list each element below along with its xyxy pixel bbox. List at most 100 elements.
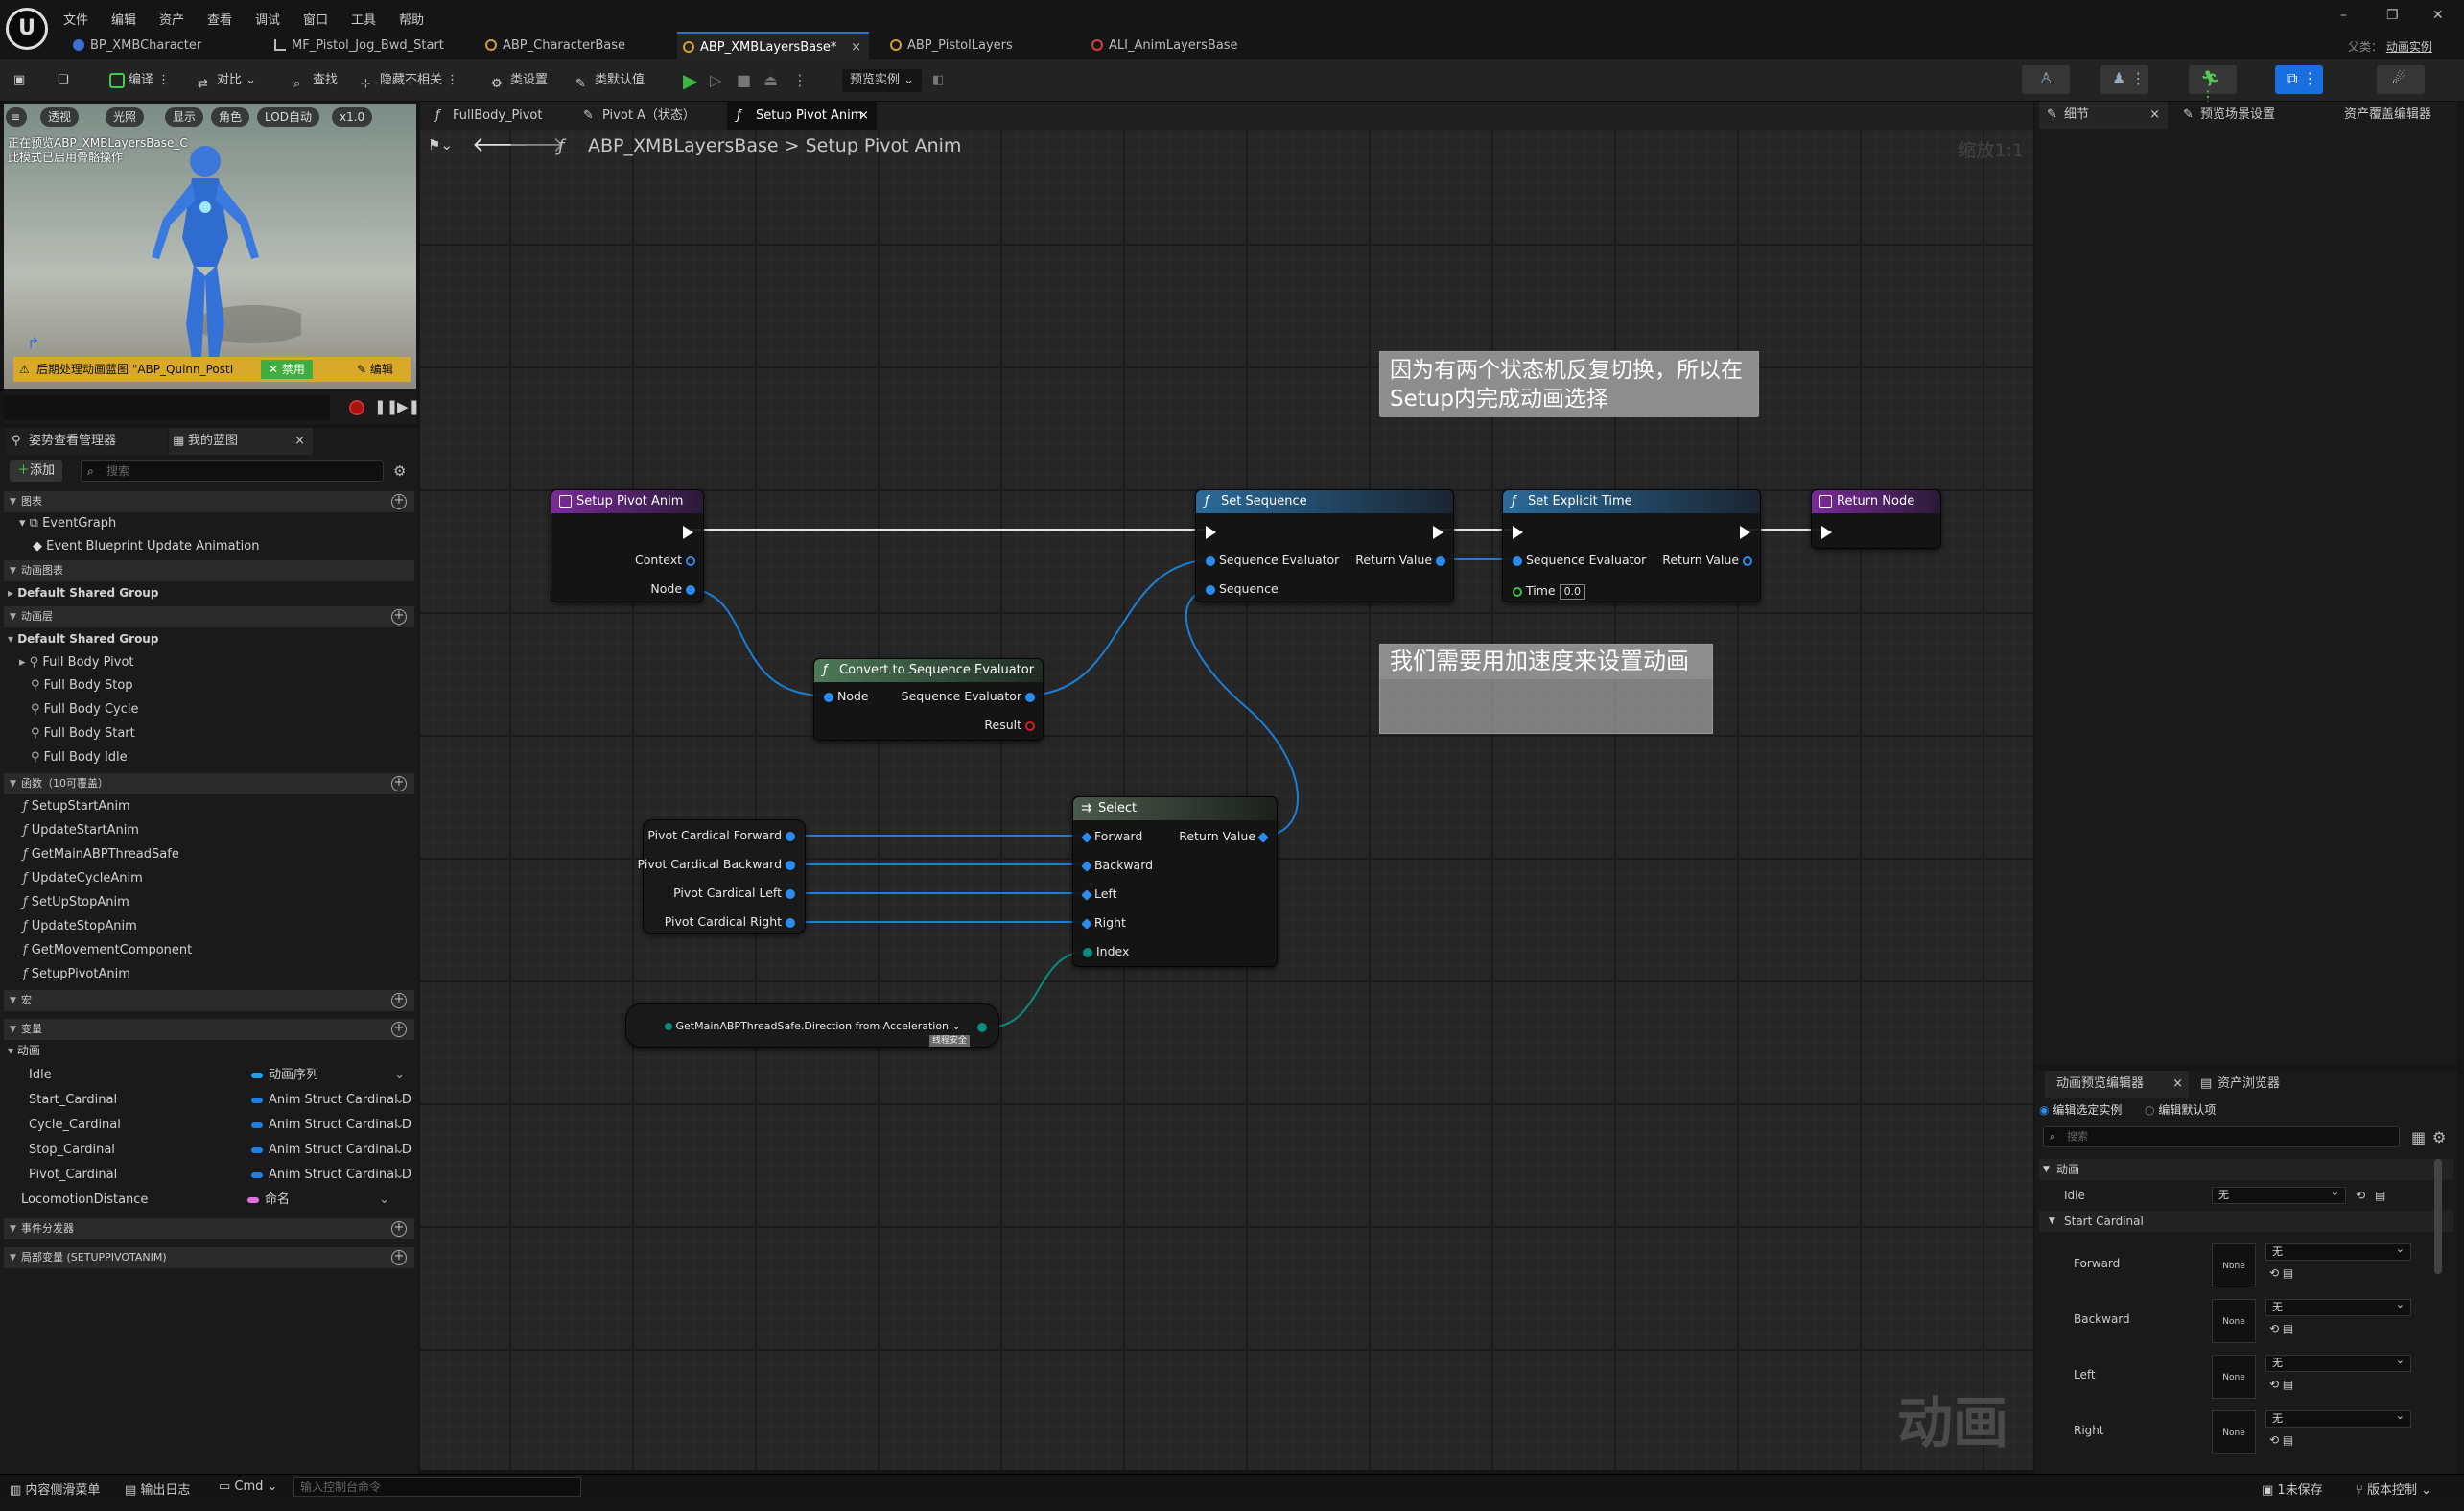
doc-tab-abp-characterbase[interactable]: ABP_CharacterBase xyxy=(480,32,671,59)
function-item[interactable]: ƒ GetMovementComponent xyxy=(23,940,192,961)
thumbnail[interactable]: None xyxy=(2212,1243,2256,1287)
add-variable-icon[interactable]: + xyxy=(391,1022,407,1037)
return-value-out-pin[interactable]: Return Value xyxy=(1179,828,1269,845)
close-window-icon[interactable]: ✕ xyxy=(2432,8,2444,23)
entry-node[interactable]: Setup Pivot Anim Context Node xyxy=(551,489,704,602)
section-start-cardinal[interactable]: ▼ Start Cardinal xyxy=(2039,1211,2453,1232)
function-item[interactable]: ƒ UpdateStartAnim xyxy=(23,820,139,841)
section-anim-graphs[interactable]: ▼ 动画图表 xyxy=(4,560,414,581)
doc-tab-mf-pistol[interactable]: MF_Pistol_Jog_Bwd_Start xyxy=(269,32,470,59)
settings-gear-icon[interactable]: ⚙ xyxy=(393,462,406,480)
tab-pivot-a-state[interactable]: ✎ Pivot A（状态） xyxy=(574,102,717,130)
radio-edit-defaults[interactable]: ○ 编辑默认项 xyxy=(2145,1101,2216,1118)
lit-button[interactable]: 光照 xyxy=(106,107,145,127)
thumbnail[interactable]: None xyxy=(2212,1299,2256,1343)
exec-in-pin[interactable] xyxy=(1513,523,1523,540)
graph-item-eventgraph[interactable]: ▾ ⧉ EventGraph xyxy=(19,513,116,534)
close-tab-icon[interactable]: × xyxy=(851,34,861,61)
find-button[interactable]: ⌕ 查找 xyxy=(293,69,338,92)
return-value-out-pin[interactable]: Return Value xyxy=(1355,552,1445,569)
preview-viewport[interactable]: ≡ 透视 光照 显示 角色 LOD自动 x1.0 正在预览ABP_XMBLaye… xyxy=(4,104,416,389)
node-input-pin[interactable]: Node xyxy=(824,688,869,705)
function-item[interactable]: ƒ SetupStartAnim xyxy=(23,796,130,817)
return-value-out-pin[interactable]: Return Value xyxy=(1662,552,1752,569)
set-sequence-node[interactable]: ƒ Set Sequence Sequence Evaluator Return … xyxy=(1195,489,1454,602)
reset-icon[interactable]: ⟲ xyxy=(2356,1184,2365,1207)
forward-in-pin[interactable]: Forward xyxy=(1081,828,1142,845)
function-item[interactable]: ƒ SetUpStopAnim xyxy=(23,892,129,913)
unreal-logo-icon[interactable]: U xyxy=(6,8,48,50)
viewport-menu-icon[interactable]: ≡ xyxy=(6,107,27,127)
scrollbar[interactable] xyxy=(2434,1159,2442,1274)
lod-button[interactable]: LOD自动 xyxy=(257,107,319,127)
section-anim[interactable]: ▼ 动画 xyxy=(2039,1159,2453,1180)
layer-item-full-body-pivot[interactable]: ▸ ⚲ Full Body Pivot xyxy=(19,652,134,673)
doc-tab-abp-xmblayersbase[interactable]: ABP_XMBLayersBase* × xyxy=(677,32,869,59)
section-variables[interactable]: ▼ 变量 + xyxy=(4,1019,414,1040)
character-button[interactable]: 角色 xyxy=(211,107,250,127)
idle-asset-dropdown[interactable]: 无 xyxy=(2212,1185,2346,1204)
more-icon[interactable]: ⋮ xyxy=(792,69,811,92)
chevron-down-icon[interactable]: ⌄ xyxy=(394,1165,405,1186)
sequence-evaluator-in-pin[interactable]: Sequence Evaluator xyxy=(1206,552,1339,569)
add-button[interactable]: ＋添加 xyxy=(10,460,63,482)
add-local-variable-icon[interactable]: + xyxy=(391,1250,407,1265)
variable-row[interactable]: Pivot_Cardinal Anim Struct Cardinal D ⌄ xyxy=(29,1165,412,1186)
add-macro-icon[interactable]: + xyxy=(391,993,407,1008)
chevron-down-icon[interactable]: ⌄ xyxy=(394,1065,405,1086)
parent-class-link[interactable]: 动画实例 xyxy=(2386,40,2432,54)
comment-box[interactable]: 我们需要用加速度来设置动画 xyxy=(1379,644,1713,734)
compile-button[interactable]: 编译 ⋮ xyxy=(109,69,170,92)
version-control-button[interactable]: ⑂ 版本控制 ⌄ xyxy=(2356,1479,2431,1498)
debug-icon[interactable]: ◧ xyxy=(932,69,944,92)
edit-button[interactable]: ✎ 编辑 xyxy=(349,360,401,379)
show-button[interactable]: 显示 xyxy=(165,107,204,127)
return-node[interactable]: Return Node xyxy=(1811,489,1941,549)
pause-icon[interactable]: ❚❚ xyxy=(374,398,398,415)
menu-asset[interactable]: 资产 xyxy=(159,10,184,28)
browse-icon[interactable]: ❏ xyxy=(58,69,69,92)
variable-group-anim[interactable]: ▾ 动画 xyxy=(8,1040,40,1061)
restore-icon[interactable]: ❐ xyxy=(2386,8,2399,23)
variable-row[interactable]: Stop_Cardinal Anim Struct Cardinal D ⌄ xyxy=(29,1140,412,1161)
reset-icon[interactable]: ⟲ ▤ xyxy=(2269,1266,2293,1280)
result-out-pin[interactable]: Result xyxy=(984,717,1035,734)
chevron-down-icon[interactable]: ⌄ xyxy=(379,1190,389,1211)
reset-icon[interactable]: ⟲ ▤ xyxy=(2269,1322,2293,1335)
sequence-evaluator-out-pin[interactable]: Sequence Evaluator xyxy=(902,688,1035,705)
save-icon[interactable]: ▣ xyxy=(13,69,25,92)
reset-icon[interactable]: ⟲ ▤ xyxy=(2269,1378,2293,1391)
step-icon[interactable]: ▷ xyxy=(710,69,729,92)
group-default-shared-2[interactable]: ▾ Default Shared Group xyxy=(8,628,158,649)
timeline-track[interactable] xyxy=(4,395,330,420)
section-graphs[interactable]: ▼ 图表 + xyxy=(4,491,414,512)
animation-mode-button[interactable]: 🏃︎ ⋮ xyxy=(2189,65,2237,106)
tab-my-blueprint[interactable]: ▦ 我的蓝图 × xyxy=(169,428,313,455)
sequence-in-pin[interactable]: Sequence xyxy=(1206,580,1279,598)
class-settings-button[interactable]: ⚙ 类设置 xyxy=(491,69,548,92)
diff-button[interactable]: ⇄ 对比 ⌄ xyxy=(198,69,256,92)
unsaved-button[interactable]: ▣ 1未保存 xyxy=(2262,1479,2323,1498)
tab-fullbody-pivot[interactable]: ƒ FullBody_Pivot xyxy=(426,102,570,130)
layer-item-full-body-cycle[interactable]: ⚲ Full Body Cycle xyxy=(31,699,139,720)
add-function-icon[interactable]: + xyxy=(391,776,407,791)
sequence-evaluator-in-pin[interactable]: Sequence Evaluator xyxy=(1513,552,1646,569)
backward-in-pin[interactable]: Backward xyxy=(1081,857,1153,874)
variable-row[interactable]: Start_Cardinal Anim Struct Cardinal D ⌄ xyxy=(29,1090,412,1111)
doc-tab-bp-xmbcharacter[interactable]: BP_XMBCharacter xyxy=(67,32,249,59)
play-speed-button[interactable]: x1.0 xyxy=(332,107,373,127)
variable-row[interactable]: Idle 动画序列 ⌄ xyxy=(29,1065,412,1086)
play-icon[interactable]: ▶ xyxy=(683,69,702,92)
exec-in-pin[interactable] xyxy=(1206,523,1216,540)
settings-gear-icon[interactable]: ⚙ xyxy=(2432,1128,2446,1146)
menu-tools[interactable]: 工具 xyxy=(351,10,376,28)
getter-pivot-forward[interactable]: Pivot Cardical Forward xyxy=(647,827,795,844)
eject-icon[interactable]: ⏏ xyxy=(763,69,783,92)
tab-asset-browser[interactable]: ▤ 资产浏览器 xyxy=(2194,1071,2319,1098)
section-local-variables[interactable]: ▼ 局部变量 (SETUPPIVOTANIM) + xyxy=(4,1247,414,1268)
menu-edit[interactable]: 编辑 xyxy=(111,10,136,28)
physics-mode-button[interactable]: ☄ xyxy=(2377,65,2425,94)
direction-out-pin[interactable] xyxy=(977,1018,987,1035)
layer-item-full-body-start[interactable]: ⚲ Full Body Start xyxy=(31,723,135,744)
exec-out-pin[interactable] xyxy=(683,523,693,540)
